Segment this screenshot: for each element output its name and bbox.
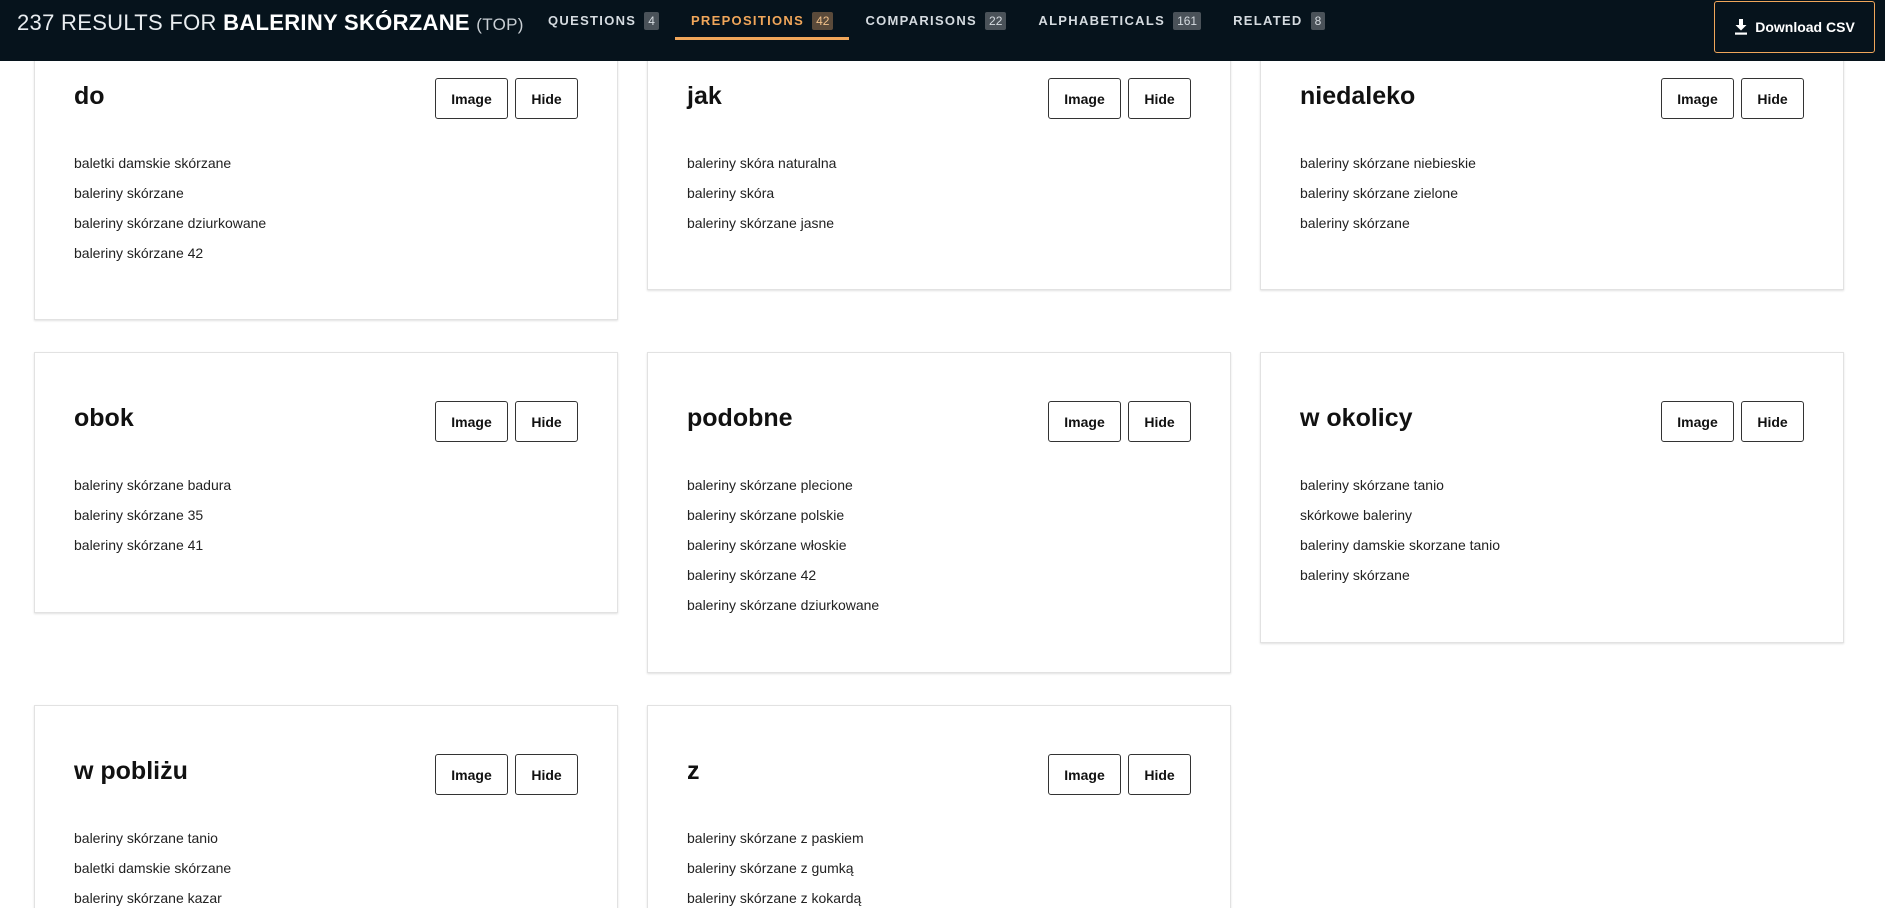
hide-button[interactable]: Hide (1128, 754, 1191, 795)
card-title: podobne (687, 404, 793, 432)
suggestion-item[interactable]: baleriny skórzane włoskie (687, 537, 879, 567)
card-title: z (687, 757, 700, 785)
hide-button[interactable]: Hide (515, 78, 578, 119)
tab-label: RELATED (1233, 13, 1303, 28)
card-title: niedaleko (1300, 82, 1416, 110)
suggestion-item[interactable]: skórkowe baleriny (1300, 507, 1500, 537)
suggestion-item[interactable]: baleriny skórzane tanio (74, 830, 231, 860)
tab-alphabeticals[interactable]: ALPHABETICALS 161 (1022, 0, 1217, 41)
suggestion-item[interactable]: baleriny skórzane 42 (74, 245, 266, 275)
suggestion-item[interactable]: baleriny skórzane 35 (74, 507, 231, 537)
suggestion-item[interactable]: baleriny skórzane z paskiem (687, 830, 864, 860)
tab-questions[interactable]: QUESTIONS 4 (532, 0, 675, 41)
suggestion-item[interactable]: baleriny skórzane dziurkowane (687, 597, 879, 627)
card-title: w pobliżu (74, 757, 188, 785)
suggestion-item[interactable]: baleriny skórzane (74, 185, 266, 215)
results-count: 237 (17, 10, 55, 35)
image-button[interactable]: Image (1661, 401, 1734, 442)
hide-button[interactable]: Hide (1741, 401, 1804, 442)
suggestion-list: baleriny skórzane niebieskie baleriny sk… (1300, 155, 1476, 245)
suggestion-item[interactable]: baleriny skórzane badura (74, 477, 231, 507)
card-w-okolicy: w okolicy Image Hide baleriny skórzane t… (1260, 352, 1844, 643)
hide-button[interactable]: Hide (515, 401, 578, 442)
tab-comparisons[interactable]: COMPARISONS 22 (849, 0, 1022, 41)
suggestion-item[interactable]: baletki damskie skórzane (74, 860, 231, 890)
suggestion-item[interactable]: baleriny skórzane dziurkowane (74, 215, 266, 245)
card-title: jak (687, 82, 722, 110)
card-podobne: podobne Image Hide baleriny skórzane ple… (647, 352, 1231, 673)
card-title: do (74, 82, 105, 110)
tab-count-badge: 161 (1173, 11, 1202, 30)
tab-label: QUESTIONS (548, 13, 637, 28)
suggestion-list: baleriny skórzane z paskiem baleriny skó… (687, 830, 864, 908)
card-obok: obok Image Hide baleriny skórzane badura… (34, 352, 618, 613)
tab-count-badge: 8 (1310, 11, 1326, 30)
tab-count-badge: 4 (644, 11, 659, 30)
tab-label: PREPOSITIONS (690, 13, 805, 28)
card-w-poblizu: w pobliżu Image Hide baleriny skórzane t… (34, 705, 618, 908)
tab-related[interactable]: RELATED 8 (1217, 0, 1341, 41)
hide-button[interactable]: Hide (1741, 78, 1804, 119)
suggestion-item[interactable]: baletki damskie skórzane (74, 155, 266, 185)
tab-prepositions[interactable]: PREPOSITIONS 42 (674, 0, 850, 41)
suggestion-item[interactable]: baleriny skórzane niebieskie (1300, 155, 1476, 185)
download-icon (1735, 19, 1748, 35)
hide-button[interactable]: Hide (1128, 78, 1191, 119)
suggestion-item[interactable]: baleriny skórzane zielone (1300, 185, 1476, 215)
card-z: z Image Hide baleriny skórzane z paskiem… (647, 705, 1231, 908)
image-button[interactable]: Image (435, 78, 508, 119)
tab-label: ALPHABETICALS (1038, 13, 1166, 28)
suggestion-item[interactable]: baleriny skórzane plecione (687, 477, 879, 507)
download-csv-label: Download CSV (1755, 19, 1855, 35)
search-query: BALERINY SKÓRZANE (223, 10, 470, 35)
image-button[interactable]: Image (435, 754, 508, 795)
suggestion-item[interactable]: baleriny skórzane z kokardą (687, 890, 864, 908)
card-title: w okolicy (1300, 404, 1413, 432)
results-mode: (TOP) (476, 15, 524, 34)
image-button[interactable]: Image (1048, 78, 1121, 119)
card-title: obok (74, 404, 134, 432)
suggestion-item[interactable]: baleriny skórzane jasne (687, 215, 836, 245)
suggestion-item[interactable]: baleriny skórzane kazar (74, 890, 231, 908)
suggestion-list: baleriny skórzane badura baleriny skórza… (74, 477, 231, 567)
suggestion-list: baletki damskie skórzane baleriny skórza… (74, 155, 266, 275)
download-csv-button[interactable]: Download CSV (1714, 1, 1875, 53)
image-button[interactable]: Image (1048, 401, 1121, 442)
top-bar: 237 RESULTS FOR BALERINY SKÓRZANE (TOP) … (0, 0, 1885, 61)
suggestion-item[interactable]: baleriny skórzane 41 (74, 537, 231, 567)
suggestion-item[interactable]: baleriny skóra naturalna (687, 155, 836, 185)
tabs: QUESTIONS 4 PREPOSITIONS 42 COMPARISONS … (532, 0, 1341, 61)
suggestion-item[interactable]: baleriny skórzane (1300, 567, 1500, 597)
tab-count-badge: 22 (985, 11, 1007, 30)
suggestion-item[interactable]: baleriny skórzane tanio (1300, 477, 1500, 507)
hide-button[interactable]: Hide (1128, 401, 1191, 442)
suggestion-item[interactable]: baleriny skórzane polskie (687, 507, 879, 537)
results-for-label: RESULTS FOR (61, 10, 217, 35)
suggestion-item[interactable]: baleriny skóra (687, 185, 836, 215)
suggestion-item[interactable]: baleriny skórzane z gumką (687, 860, 864, 890)
suggestion-list: baleriny skóra naturalna baleriny skóra … (687, 155, 836, 245)
suggestion-list: baleriny skórzane plecione baleriny skór… (687, 477, 879, 627)
hide-button[interactable]: Hide (515, 754, 578, 795)
image-button[interactable]: Image (1048, 754, 1121, 795)
suggestion-item[interactable]: baleriny damskie skorzane tanio (1300, 537, 1500, 567)
suggestion-item[interactable]: baleriny skórzane 42 (687, 567, 879, 597)
image-button[interactable]: Image (435, 401, 508, 442)
tab-count-badge: 42 (812, 11, 834, 30)
suggestion-item[interactable]: baleriny skórzane (1300, 215, 1476, 245)
suggestion-list: baleriny skórzane tanio skórkowe balerin… (1300, 477, 1500, 597)
tab-label: COMPARISONS (865, 13, 978, 28)
results-title: 237 RESULTS FOR BALERINY SKÓRZANE (TOP) (17, 10, 524, 36)
image-button[interactable]: Image (1661, 78, 1734, 119)
suggestion-list: baleriny skórzane tanio baletki damskie … (74, 830, 231, 908)
